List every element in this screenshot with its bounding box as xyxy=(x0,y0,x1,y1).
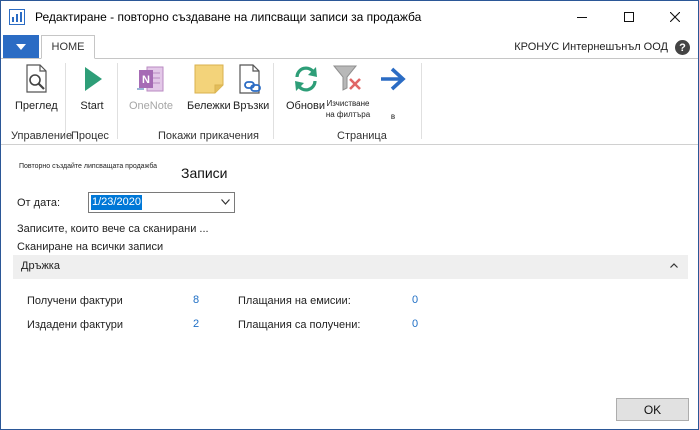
preview-magnifier-icon xyxy=(26,64,47,93)
links-label: Връзки xyxy=(233,100,270,112)
links-button[interactable]: Връзки xyxy=(233,63,269,112)
clear-filter-button[interactable]: Изчистване на филтъра xyxy=(324,63,372,120)
group-show-attached-label: Покажи прикачения xyxy=(158,130,259,142)
ribbon: Преглед Управление Start Процес N OneNot… xyxy=(1,59,698,145)
close-icon xyxy=(670,12,680,22)
svg-text:N: N xyxy=(142,74,150,86)
minimize-icon xyxy=(577,17,587,18)
tab-home[interactable]: HOME xyxy=(41,35,95,59)
company-name: КРОНУС Интернешънъл ООД xyxy=(514,41,668,53)
received-invoices-value[interactable]: 8 xyxy=(193,294,199,306)
breadcrumb: Повторно създайте липсващата продажба xyxy=(19,163,158,170)
group-separator xyxy=(65,63,66,139)
caret-down-icon xyxy=(16,43,26,50)
close-button[interactable] xyxy=(652,1,698,33)
scanned-info-text: Записите, които вече са сканирани ... xyxy=(17,223,209,235)
maximize-icon xyxy=(624,12,634,22)
minimize-button[interactable] xyxy=(559,1,605,33)
issued-invoices-value[interactable]: 2 xyxy=(193,318,199,330)
section-header[interactable]: Дръжка xyxy=(13,255,688,279)
ribbon-tab-bar: HOME КРОНУС Интернешънъл ООД ? xyxy=(1,35,698,59)
onenote-button: N OneNote xyxy=(129,63,173,112)
section-title: Дръжка xyxy=(21,260,60,272)
goto-button[interactable]: в xyxy=(377,63,409,122)
refresh-label: Обнови xyxy=(286,100,326,112)
app-chart-icon xyxy=(9,9,25,25)
file-menu-button[interactable] xyxy=(3,35,39,58)
from-date-input[interactable]: 1/23/2020 xyxy=(88,192,235,213)
group-page-label: Страница xyxy=(337,130,387,142)
help-icon[interactable]: ? xyxy=(675,40,690,55)
payments-issued-label: Плащания на емисии: xyxy=(238,295,351,307)
onenote-label: OneNote xyxy=(129,100,174,112)
from-date-label: От дата: xyxy=(17,197,61,209)
clear-filter-label: Изчистване на филтъра xyxy=(325,99,371,119)
group-separator xyxy=(273,63,274,139)
chevron-up-icon[interactable] xyxy=(670,263,678,268)
payments-issued-value[interactable]: 0 xyxy=(412,294,418,306)
refresh-icon xyxy=(294,66,317,92)
issued-invoices-label: Издадени фактури xyxy=(27,319,123,331)
start-label: Start xyxy=(80,100,104,112)
group-process-label: Процес xyxy=(71,130,109,142)
arrow-right-icon xyxy=(381,67,406,91)
group-manage-label: Управление xyxy=(11,130,73,142)
notes-button[interactable]: Бележки xyxy=(187,63,231,112)
preview-button[interactable]: Преглед xyxy=(15,63,58,112)
from-date-value: 1/23/2020 xyxy=(91,195,142,210)
start-button[interactable]: Start xyxy=(76,63,108,112)
chevron-down-icon[interactable] xyxy=(221,199,230,205)
onenote-icon: N xyxy=(137,66,164,92)
payments-received-value[interactable]: 0 xyxy=(412,318,418,330)
window-title: Редактиране - повторно създаване на липс… xyxy=(35,10,422,24)
ok-button[interactable]: OK xyxy=(616,398,689,421)
goto-label: в xyxy=(390,112,396,121)
notes-label: Бележки xyxy=(187,100,231,112)
group-separator xyxy=(421,63,422,139)
title-bar: Редактиране - повторно създаване на липс… xyxy=(1,1,698,33)
refresh-button[interactable]: Обнови xyxy=(286,63,325,112)
document-link-icon xyxy=(239,64,262,94)
received-invoices-label: Получени фактури xyxy=(27,295,123,307)
scanning-info-text: Сканиране на всички записи xyxy=(17,241,164,253)
group-separator xyxy=(117,63,118,139)
preview-label: Преглед xyxy=(15,100,58,112)
play-icon xyxy=(85,67,102,91)
payments-received-label: Плащания са получени: xyxy=(238,319,361,331)
clear-filter-icon xyxy=(332,65,361,91)
maximize-button[interactable] xyxy=(606,1,652,33)
dialog-window: Редактиране - повторно създаване на липс… xyxy=(0,0,699,430)
sticky-note-icon xyxy=(194,64,224,94)
page-title: Записи xyxy=(181,165,228,181)
